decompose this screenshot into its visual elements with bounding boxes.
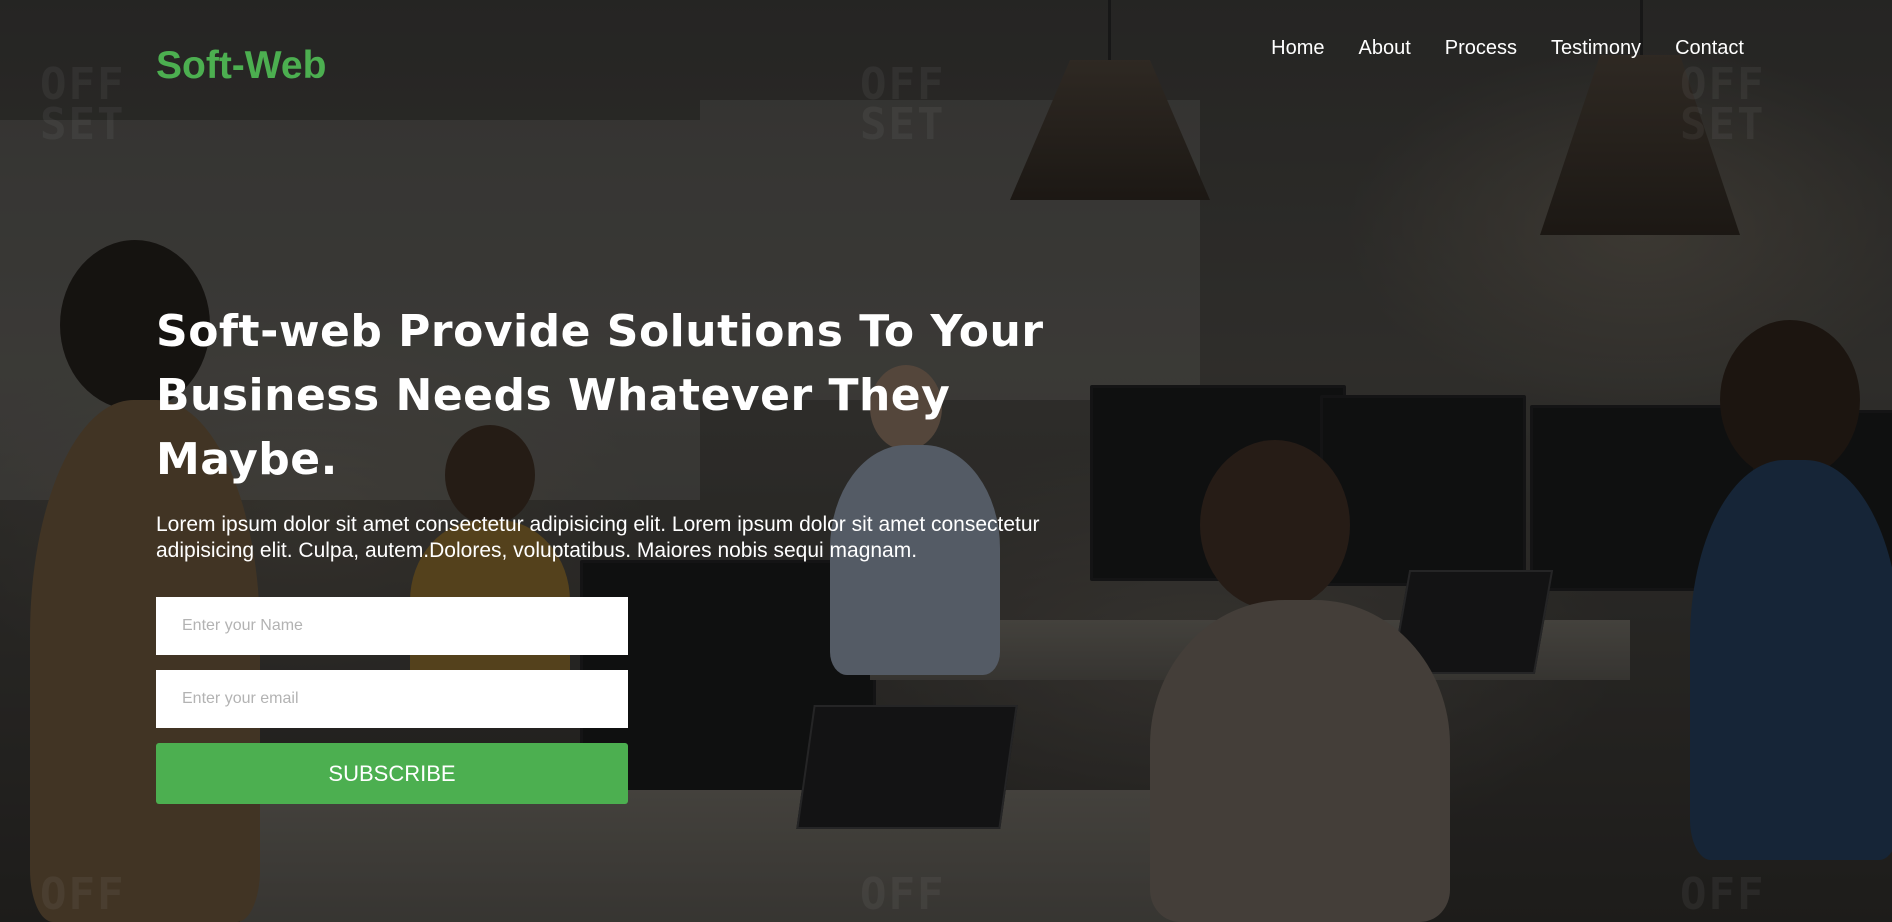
hero-title: Soft-web Provide Solutions To Your Busin… [156,306,1044,485]
nav-item-process[interactable]: Process [1445,37,1517,60]
nav-item-testimony[interactable]: Testimony [1551,37,1641,60]
nav-item-home[interactable]: Home [1271,37,1324,60]
hero-description: Lorem ipsum dolor sit amet consectetur a… [156,513,1040,562]
email-input[interactable] [156,670,628,728]
nav-item-contact[interactable]: Contact [1675,37,1744,60]
landing-page: OFF SET OFF SET OFF SET OFF OFF OFF Soft-We… [0,0,1892,922]
subscribe-button[interactable]: SUBSCRIBE [156,743,628,804]
hero-section: Soft-web Provide Solutions To Your Busin… [156,300,1116,804]
name-input[interactable] [156,597,628,655]
main-nav: Home About Process Testimony Contact [1271,37,1744,60]
site-header: Soft-Web Home About Process Testimony Co… [0,0,1892,110]
subscribe-form: SUBSCRIBE [156,597,628,804]
nav-item-about[interactable]: About [1359,37,1411,60]
brand-logo[interactable]: Soft-Web [156,44,326,88]
